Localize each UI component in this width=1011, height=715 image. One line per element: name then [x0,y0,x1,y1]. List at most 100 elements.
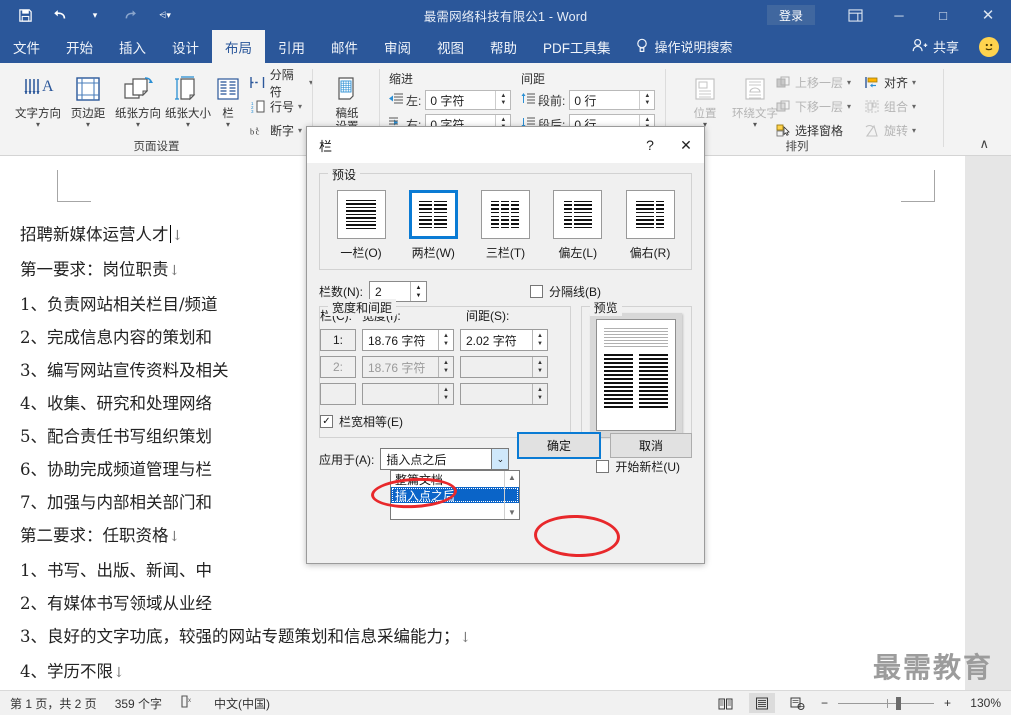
sign-in-button[interactable]: 登录 [766,5,815,25]
word-window: 最需网络科技有限公1 - Word ▾ ⩤▾ 登录 ─ □ ✕ 文件 开始 插入… [0,0,1011,715]
chevron-down-icon[interactable]: ▾ [912,102,916,111]
dropdown-scrollbar[interactable]: ▲ ▼ [504,471,519,519]
zoom-slider-handle[interactable] [895,696,901,710]
ribbon-button-group[interactable]: 组合 ▾ [864,96,916,117]
save-icon[interactable] [14,4,36,26]
tab-home[interactable]: 开始 [53,30,106,63]
zoom-in-button[interactable]: + [944,696,951,710]
dropdown-option-this-point-forward[interactable]: 插入点之后 [391,487,519,503]
proofing-errors-icon[interactable]: x [180,695,196,711]
scroll-down-icon[interactable]: ▼ [508,508,516,517]
ribbon-button-manuscript-settings[interactable]: 稿纸 设置 [317,68,377,134]
web-layout-icon[interactable] [785,693,811,713]
preset-three-columns[interactable]: 三栏(T) [477,190,535,261]
chevron-down-icon[interactable]: ▾ [912,78,916,87]
close-button[interactable]: ✕ [965,0,1011,30]
language-indicator[interactable]: 中文(中国) [214,695,270,712]
tell-me-search[interactable]: 操作说明搜索 [624,30,733,63]
line-between-checkbox[interactable] [530,285,543,298]
line-between-checkbox-row[interactable]: 分隔线(B) [530,283,601,300]
spinner-arrows[interactable]: ▲▼ [410,282,426,301]
tab-mailings[interactable]: 邮件 [318,30,371,63]
cancel-button[interactable]: 取消 [610,433,692,458]
ribbon-button-bring-forward[interactable]: 上移一层 ▾ [775,72,851,93]
tab-view[interactable]: 视图 [424,30,477,63]
tab-design[interactable]: 设计 [159,30,212,63]
column-spacing-input: ▲ ▼ [460,356,548,378]
word-count[interactable]: 359 个字 [115,695,162,712]
chevron-down-icon[interactable]: ⌄ [491,448,510,470]
equal-width-checkbox[interactable]: ✓ [320,415,333,428]
preset-left-column[interactable]: 偏左(L) [549,190,607,261]
start-new-column-checkbox[interactable] [596,460,610,473]
ribbon-button-label-line1: 稿纸 [335,108,359,120]
space-before-input[interactable]: 0 行 ▲ ▼ [569,90,656,110]
equal-width-checkbox-row[interactable]: ✓ 栏宽相等(E) [320,413,570,430]
chevron-down-icon[interactable]: ▾ [298,126,302,135]
chevron-down-icon[interactable]: ▾ [912,126,916,135]
chevron-down-icon[interactable]: ▾ [847,78,851,87]
scroll-up-icon[interactable]: ▲ [508,473,516,482]
maximize-button[interactable]: □ [921,0,965,30]
dialog-help-button[interactable]: ? [632,127,668,163]
tab-review[interactable]: 审阅 [371,30,424,63]
tab-pdf-tools[interactable]: PDF工具集 [530,30,624,63]
chevron-down-icon[interactable]: ▾ [847,102,851,111]
column-spacing-input[interactable]: 2.02 字符 ▲ ▼ [460,329,548,351]
preset-one-column[interactable]: 一栏(O) [332,190,390,261]
ribbon-button-send-backward[interactable]: 下移一层 ▾ [775,96,851,117]
apply-to-dropdown-list[interactable]: 整篇文档 插入点之后 ▲ ▼ [390,470,520,520]
minimize-button[interactable]: ─ [877,0,921,30]
zoom-slider[interactable] [837,696,934,710]
redo-icon[interactable] [119,4,141,26]
chevron-down-icon[interactable]: ▾ [298,102,302,111]
read-mode-icon[interactable] [713,693,739,713]
ribbon-button-line-numbers[interactable]: 123 行号 ▾ [250,96,303,117]
page-indicator[interactable]: 第 1 页，共 2 页 [10,695,97,712]
spinner-arrows[interactable]: ▲▼ [639,91,655,109]
svg-text:x: x [188,698,191,704]
ribbon-button-breaks[interactable]: 分隔符 ▾ [250,68,313,99]
zoom-out-button[interactable]: − [821,696,828,710]
undo-icon[interactable] [49,4,71,26]
tab-insert[interactable]: 插入 [106,30,159,63]
spinner-arrows[interactable]: ▲▼ [495,91,511,109]
ribbon-button-label: 下移一层 [795,100,844,114]
chevron-down-icon[interactable]: ▾ [208,120,248,129]
preset-right-column-icon [625,190,675,239]
undo-dropdown-icon[interactable]: ▾ [84,4,106,26]
preset-right-column[interactable]: 偏右(R) [621,190,679,261]
spinner-arrows: ▲ ▼ [438,357,453,377]
collapse-ribbon-icon[interactable]: ∧ [979,136,989,152]
zoom-level[interactable]: 130% [961,696,1001,710]
indent-left-input[interactable]: 0 字符 ▲ ▼ [425,90,512,110]
print-layout-icon[interactable] [748,693,775,713]
equal-width-label: 栏宽相等(E) [339,415,403,429]
apply-to-combobox[interactable]: 插入点之后 ⌄ [380,448,510,470]
dialog-close-button[interactable]: ✕ [668,127,704,163]
feedback-smiley-icon[interactable] [979,36,999,57]
spinner-arrows[interactable]: ▲▼ [438,330,453,350]
ribbon-display-options-icon[interactable] [833,0,877,30]
spinner-arrows[interactable]: ▲▼ [532,330,547,350]
dropdown-option-whole-document[interactable]: 整篇文档 [391,471,519,487]
tab-file[interactable]: 文件 [0,30,53,63]
svg-text:3: 3 [251,109,254,113]
person-add-icon [912,38,928,56]
preset-two-columns[interactable]: 两栏(W) [404,190,462,261]
ribbon-button-align[interactable]: 对齐 ▾ [864,72,916,93]
hyphenation-icon: bca [250,123,266,139]
share-button[interactable]: 共享 [904,37,967,56]
preset-label: 偏右(R) [629,246,671,260]
tab-layout[interactable]: 布局 [212,30,265,63]
ok-button[interactable]: 确定 [517,432,601,459]
preview-columns [604,354,669,422]
start-new-column-checkbox-row[interactable]: 开始新栏(U) [596,458,680,475]
ribbon-group-arrange: 位置 ▾ 环绕文字 ▾ 上移一层 ▾ 下移一层 ▾ 选择窗格 对齐 ▾ 组合 ▾… [667,63,997,156]
customize-qat-icon[interactable]: ⩤▾ [154,4,176,26]
column-width-input[interactable]: 18.76 字符 ▲ ▼ [362,329,454,351]
ribbon-button-columns[interactable]: 栏 ▾ [208,68,248,129]
tab-references[interactable]: 引用 [265,30,318,63]
tab-help[interactable]: 帮助 [477,30,530,63]
columns-icon [208,68,248,108]
